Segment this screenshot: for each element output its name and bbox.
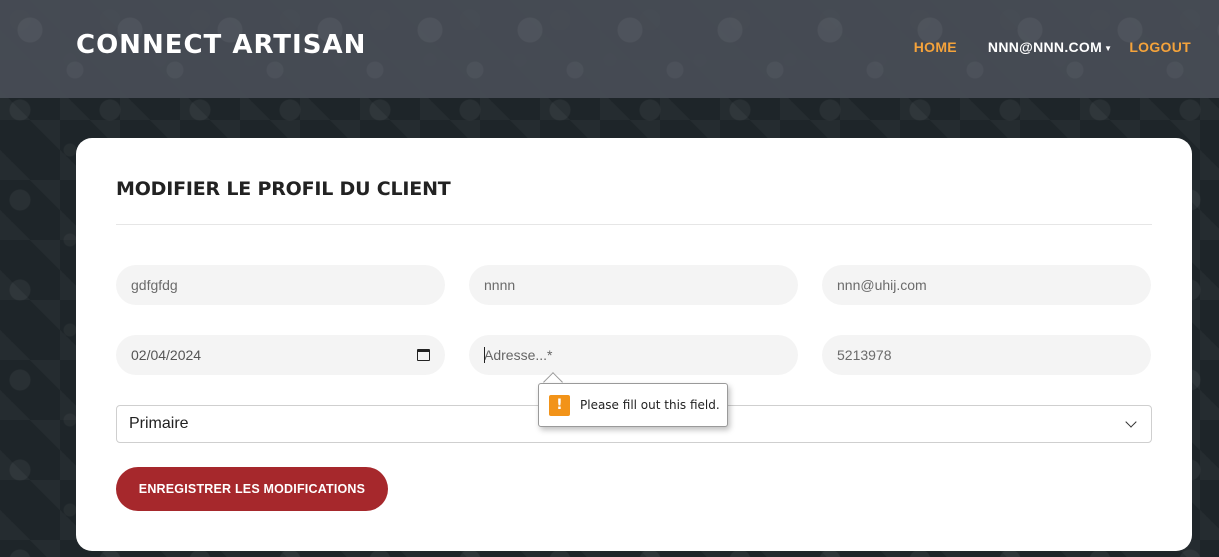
level-select-value: Primaire (129, 415, 189, 432)
address-input[interactable] (469, 335, 798, 375)
navbar: CONNECT ARTISAN HOME NNN@NNN.COM ▼ LOGOU… (0, 0, 1219, 98)
first-name-input[interactable] (116, 265, 445, 305)
date-input[interactable]: 02/04/2024 (116, 335, 445, 375)
email-input[interactable] (822, 265, 1151, 305)
brand-logo[interactable]: CONNECT ARTISAN (76, 30, 366, 60)
nav-user-dropdown[interactable]: NNN@NNN.COM ▼ (988, 39, 1112, 55)
nav-user-label: NNN@NNN.COM (987, 39, 1103, 55)
title-divider (116, 224, 1152, 225)
text-caret (484, 347, 485, 363)
chevron-down-icon: ▼ (1104, 43, 1113, 53)
edit-profile-card: MODIFIER LE PROFIL DU CLIENT 02/04/2024 … (76, 138, 1192, 551)
phone-input[interactable] (822, 335, 1151, 375)
nav-menu: HOME NNN@NNN.COM ▼ LOGOUT (914, 39, 1191, 55)
date-value: 02/04/2024 (131, 347, 202, 363)
validation-tooltip: ! Please fill out this field. (538, 383, 728, 427)
calendar-icon[interactable] (417, 349, 430, 361)
validation-message: Please fill out this field. (580, 398, 720, 412)
warning-icon: ! (549, 394, 570, 416)
nav-logout-link[interactable]: LOGOUT (1129, 39, 1191, 55)
nav-home-link[interactable]: HOME (914, 39, 957, 55)
chevron-down-icon (1125, 416, 1137, 428)
last-name-input[interactable] (469, 265, 798, 305)
save-changes-button[interactable]: ENREGISTRER LES MODIFICATIONS (116, 467, 388, 511)
page-title: MODIFIER LE PROFIL DU CLIENT (116, 178, 451, 200)
